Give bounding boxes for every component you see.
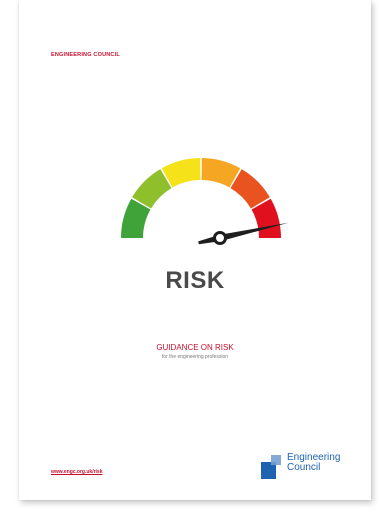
document-title: RISK bbox=[165, 267, 225, 294]
guidance-heading: GUIDANCE ON RISK bbox=[156, 343, 234, 352]
logo-mark-icon bbox=[261, 455, 281, 479]
logo-line-2: Council bbox=[287, 462, 321, 473]
document-cover: ENGINEERING COUNCIL RISK GUIDANCE ON RIS… bbox=[19, 0, 371, 500]
guidance-subtitle: for the engineering profession bbox=[161, 354, 229, 360]
gauge-hub bbox=[213, 231, 227, 245]
risk-gauge-icon bbox=[121, 158, 289, 245]
organisation-label: ENGINEERING COUNCIL bbox=[51, 52, 120, 58]
logo-text: Engineering Council bbox=[287, 453, 340, 473]
website-link[interactable]: www.engc.org.uk/risk bbox=[51, 469, 103, 475]
engineering-council-logo: Engineering Council bbox=[261, 453, 361, 479]
